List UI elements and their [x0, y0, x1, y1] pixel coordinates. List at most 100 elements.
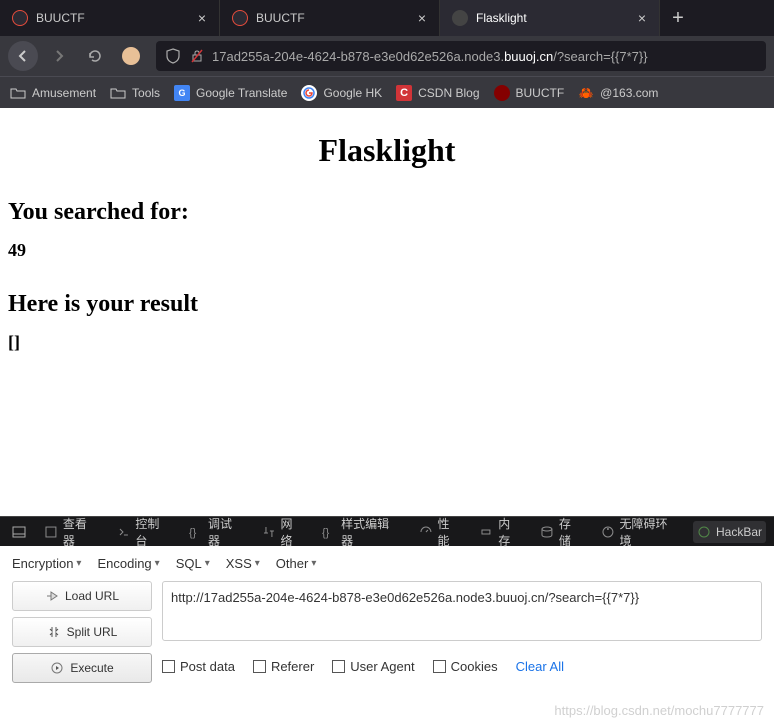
- bookmark-label: Tools: [132, 86, 160, 100]
- play-icon: [50, 662, 64, 674]
- result-label: Here is your result: [8, 291, 766, 318]
- bookmark-csdn[interactable]: C CSDN Blog: [396, 85, 479, 101]
- chevron-down-icon: ▾: [155, 558, 160, 569]
- forward-arrow-icon: [51, 48, 67, 64]
- devtools-storage-tab[interactable]: 存储: [536, 511, 587, 553]
- bookmark-label: @163.com: [600, 86, 658, 100]
- devtools-performance-tab[interactable]: 性能: [415, 511, 466, 553]
- hackbar-encryption-menu[interactable]: Encryption▾: [12, 556, 81, 571]
- reload-button[interactable]: [80, 41, 110, 71]
- back-button[interactable]: [8, 41, 38, 71]
- hackbar-url-input[interactable]: [162, 581, 762, 641]
- chevron-down-icon: ▾: [311, 558, 316, 569]
- lock-strikethrough-icon[interactable]: [188, 47, 206, 65]
- page-title: Flasklight: [8, 132, 766, 169]
- searched-for-value: 49: [8, 240, 766, 261]
- bookmark-tools[interactable]: Tools: [110, 85, 160, 101]
- console-icon: [117, 525, 131, 539]
- devtools-hackbar-tab[interactable]: HackBar: [693, 521, 766, 543]
- profile-avatar-icon: [122, 47, 140, 65]
- memory-icon: [479, 525, 493, 539]
- tab-buuctf-1[interactable]: BUUCTF ×: [0, 0, 220, 36]
- address-bar[interactable]: 17ad255a-204e-4624-b878-e3e0d62e526a.nod…: [156, 41, 766, 71]
- checkbox-icon: [253, 660, 266, 673]
- devtools-close-button[interactable]: [8, 521, 30, 543]
- buuctf-icon: [494, 85, 510, 101]
- close-tab-icon[interactable]: ×: [633, 9, 651, 27]
- split-url-button[interactable]: Split URL: [12, 617, 152, 647]
- hackbar-encoding-menu[interactable]: Encoding▾: [97, 556, 159, 571]
- bookmark-google-hk[interactable]: Google HK: [301, 85, 382, 101]
- close-tab-icon[interactable]: ×: [413, 9, 431, 27]
- hackbar-other-menu[interactable]: Other▾: [276, 556, 317, 571]
- bookmark-amusement[interactable]: Amusement: [10, 85, 96, 101]
- bookmark-163[interactable]: 🦀 @163.com: [578, 85, 658, 101]
- panel-icon: [12, 525, 26, 539]
- browser-tab-bar: BUUCTF × BUUCTF × Flasklight × +: [0, 0, 774, 36]
- hackbar-xss-menu[interactable]: XSS▾: [226, 556, 260, 571]
- tab-flasklight[interactable]: Flasklight ×: [440, 0, 660, 36]
- bookmark-label: Amusement: [32, 86, 96, 100]
- referer-checkbox[interactable]: Referer: [253, 659, 314, 674]
- hackbar-right-column: Post data Referer User Agent Cookies Cle…: [162, 581, 762, 683]
- shield-icon[interactable]: [164, 47, 182, 65]
- network-icon: [262, 525, 276, 539]
- bookmark-label: CSDN Blog: [418, 86, 479, 100]
- devtools-style-tab[interactable]: {} 样式编辑器: [318, 511, 404, 553]
- bookmark-label: BUUCTF: [516, 86, 565, 100]
- csdn-icon: C: [396, 85, 412, 101]
- tab-favicon-3: [452, 10, 468, 26]
- profile-button[interactable]: [116, 41, 146, 71]
- tab-favicon-1: [12, 10, 28, 26]
- postdata-checkbox[interactable]: Post data: [162, 659, 235, 674]
- checkbox-icon: [162, 660, 175, 673]
- folder-icon: [110, 85, 126, 101]
- chevron-down-icon: ▾: [205, 558, 210, 569]
- bookmarks-bar: Amusement Tools G Google Translate Googl…: [0, 76, 774, 108]
- cookies-checkbox[interactable]: Cookies: [433, 659, 498, 674]
- result-value: []: [8, 332, 766, 353]
- load-url-button[interactable]: Load URL: [12, 581, 152, 611]
- folder-icon: [10, 85, 26, 101]
- style-icon: {}: [322, 525, 336, 539]
- devtools-tab-bar: 查看器 控制台 {} 调试器 网络 {} 样式编辑器 性能 内存 存储 无障碍环…: [0, 516, 774, 546]
- devtools-debugger-tab[interactable]: {} 调试器: [185, 511, 248, 553]
- chevron-down-icon: ▾: [255, 558, 260, 569]
- close-tab-icon[interactable]: ×: [193, 9, 211, 27]
- load-icon: [45, 590, 59, 602]
- tab-title-2: BUUCTF: [256, 11, 413, 25]
- hackbar-sql-menu[interactable]: SQL▾: [176, 556, 210, 571]
- checkbox-icon: [332, 660, 345, 673]
- tab-buuctf-2[interactable]: BUUCTF ×: [220, 0, 440, 36]
- hackbar-body: Load URL Split URL Execute Post data R: [12, 581, 762, 683]
- debugger-icon: {}: [189, 525, 203, 539]
- bookmark-label: Google Translate: [196, 86, 287, 100]
- useragent-checkbox[interactable]: User Agent: [332, 659, 414, 674]
- hackbar-button-column: Load URL Split URL Execute: [12, 581, 152, 683]
- checkbox-icon: [433, 660, 446, 673]
- devtools-accessibility-tab[interactable]: 无障碍环境: [597, 511, 683, 553]
- bookmark-google-translate[interactable]: G Google Translate: [174, 85, 287, 101]
- execute-button[interactable]: Execute: [12, 653, 152, 683]
- devtools-network-tab[interactable]: 网络: [258, 511, 309, 553]
- new-tab-button[interactable]: +: [660, 0, 696, 36]
- translate-icon: G: [174, 85, 190, 101]
- clear-all-link[interactable]: Clear All: [516, 659, 564, 674]
- tab-favicon-2: [232, 10, 248, 26]
- bookmark-buuctf[interactable]: BUUCTF: [494, 85, 565, 101]
- page-body: Flasklight You searched for: 49 Here is …: [0, 108, 774, 516]
- hackbar-options-row: Post data Referer User Agent Cookies Cle…: [162, 651, 762, 674]
- chevron-down-icon: ▾: [76, 558, 81, 569]
- hackbar-icon: [697, 525, 711, 539]
- devtools-memory-tab[interactable]: 内存: [475, 511, 526, 553]
- crab-icon: 🦀: [578, 85, 594, 101]
- svg-text:{}: {}: [189, 526, 197, 538]
- forward-button[interactable]: [44, 41, 74, 71]
- devtools-inspector-tab[interactable]: 查看器: [40, 511, 103, 553]
- devtools-console-tab[interactable]: 控制台: [113, 511, 176, 553]
- performance-icon: [419, 525, 433, 539]
- inspector-icon: [44, 525, 58, 539]
- accessibility-icon: [601, 525, 615, 539]
- reload-icon: [87, 48, 103, 64]
- hackbar-menu: Encryption▾ Encoding▾ SQL▾ XSS▾ Other▾: [12, 556, 762, 581]
